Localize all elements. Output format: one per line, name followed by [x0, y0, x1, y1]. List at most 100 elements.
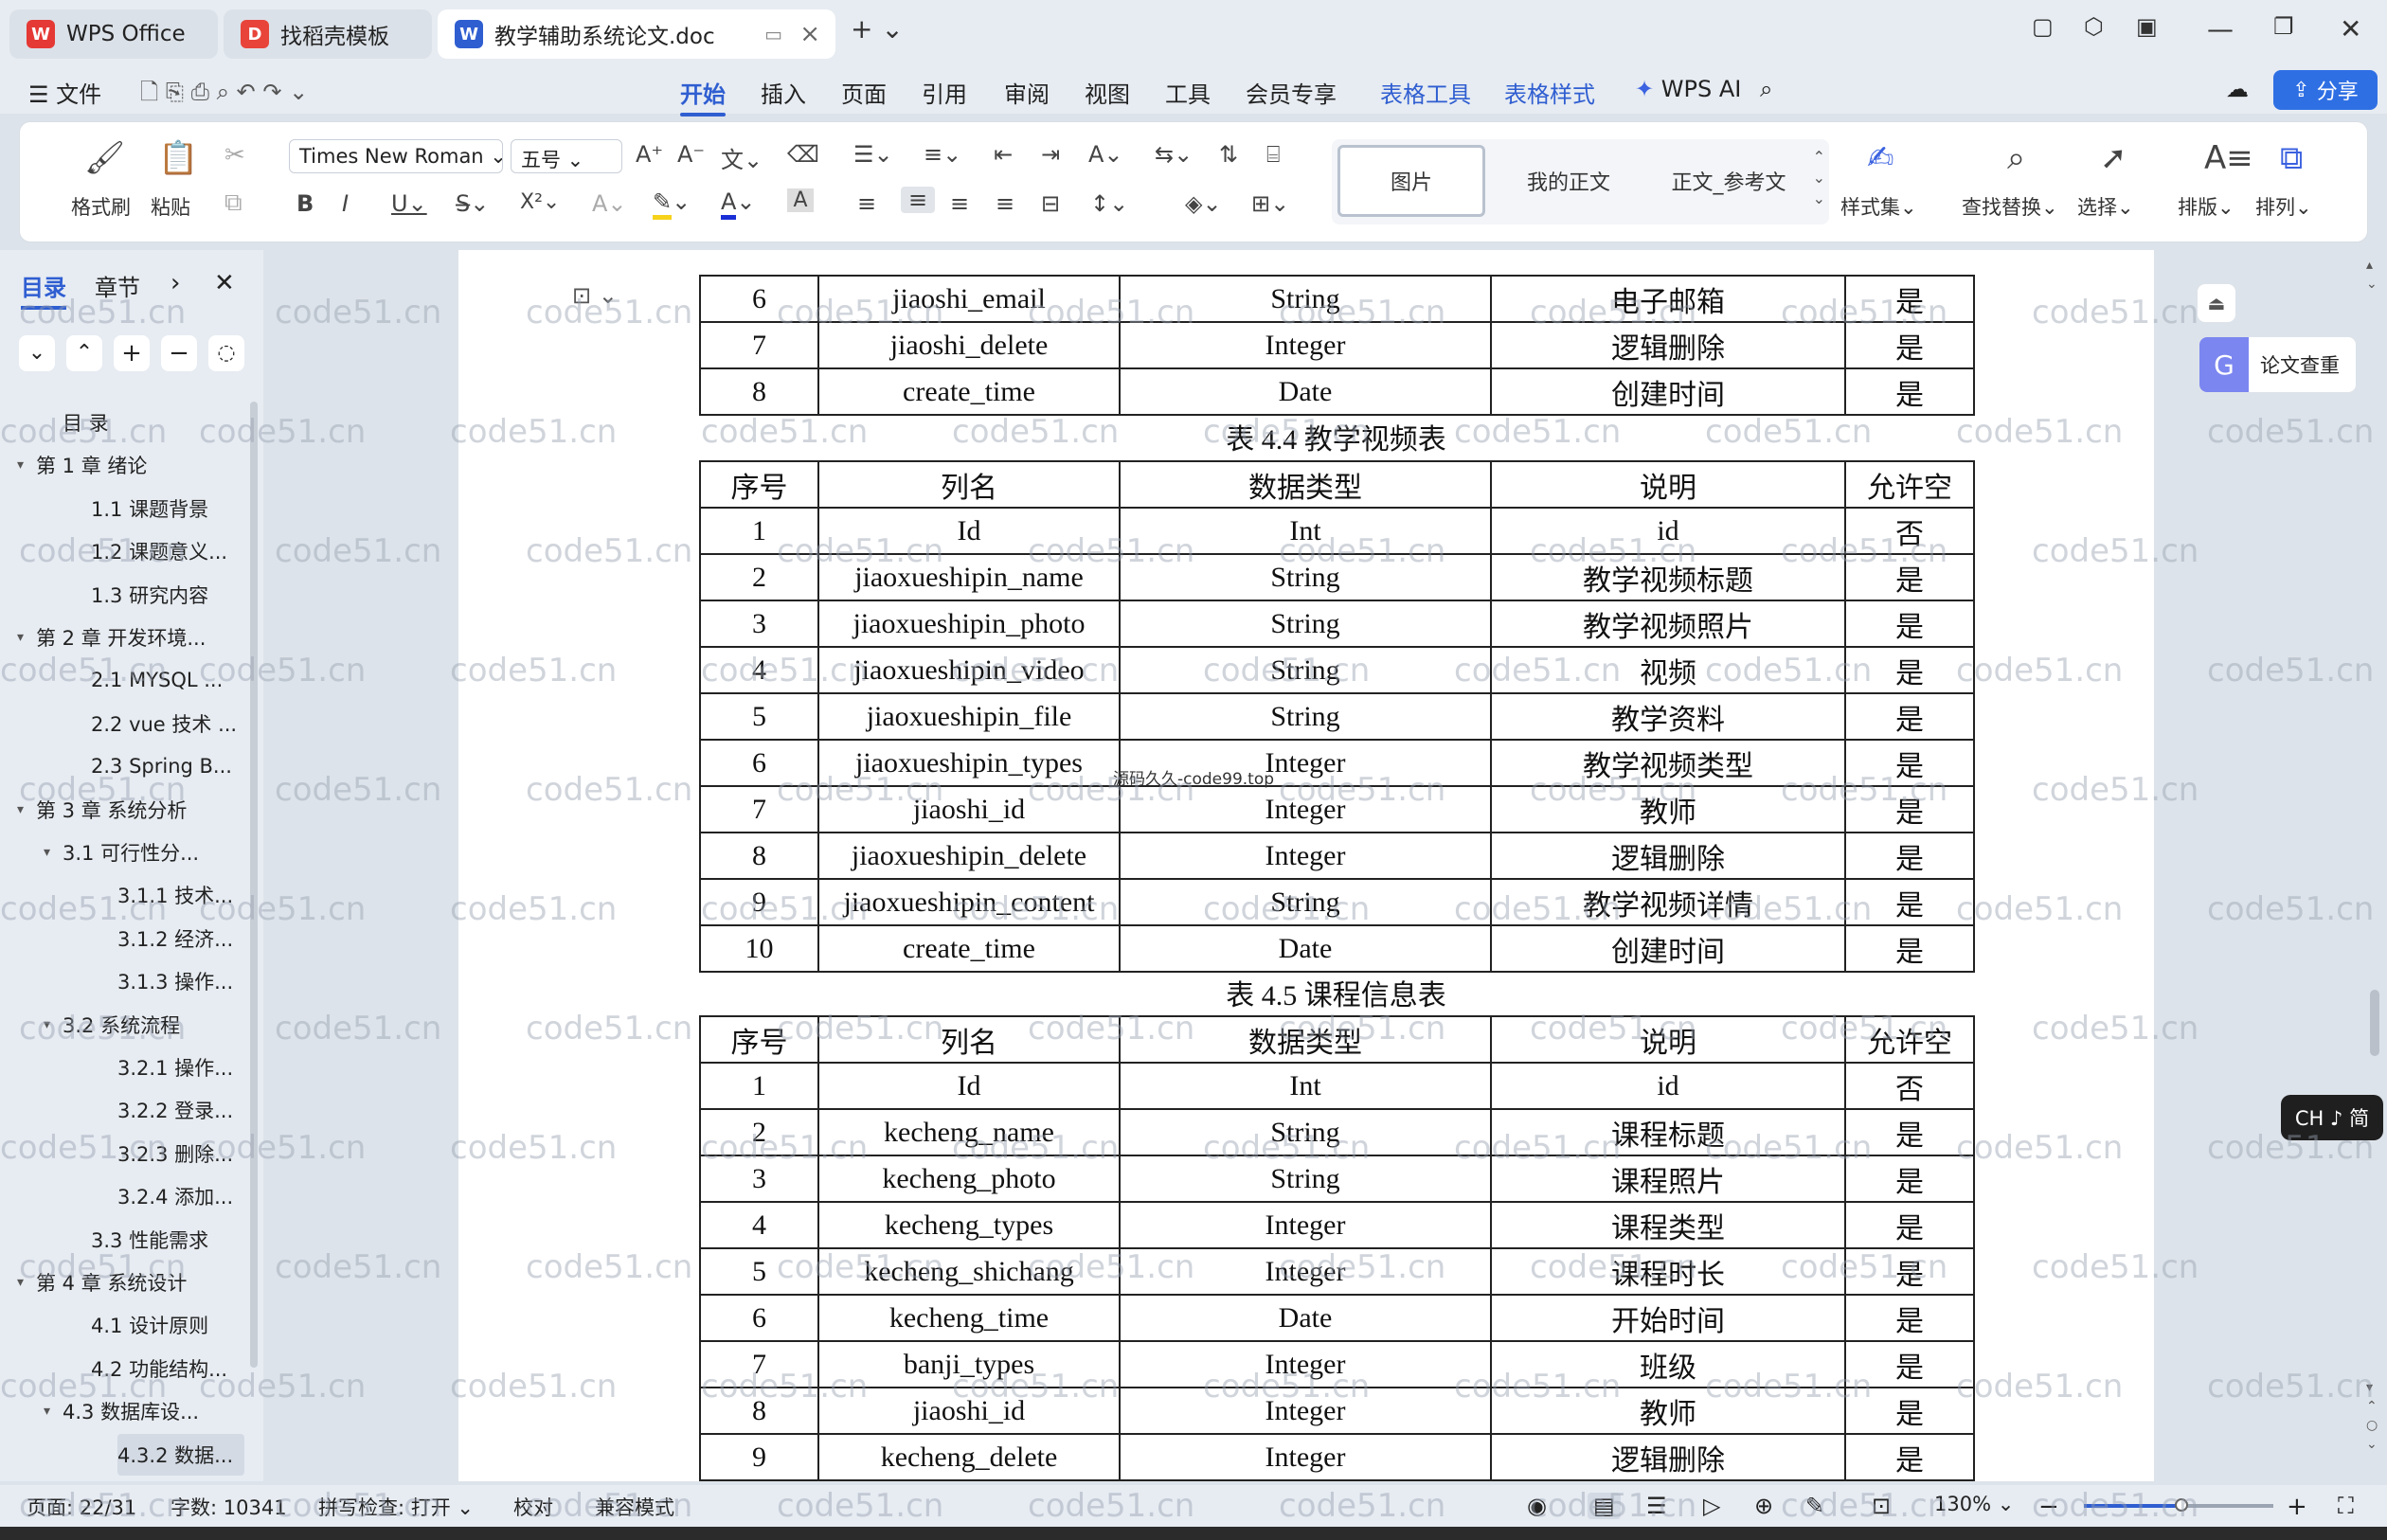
- table-cell[interactable]: 逻辑删除: [1490, 1433, 1846, 1481]
- table-cell[interactable]: 教师: [1490, 1387, 1846, 1435]
- table-cell[interactable]: Integer: [1119, 1201, 1492, 1249]
- table-cell[interactable]: Integer: [1119, 1340, 1492, 1388]
- header-cell[interactable]: 允许空: [1844, 460, 1975, 509]
- header-cell[interactable]: 列名: [817, 460, 1121, 509]
- table-cell[interactable]: 3: [699, 600, 819, 648]
- format-painter-label[interactable]: 格式刷: [71, 192, 131, 221]
- proofread[interactable]: 校对: [513, 1493, 553, 1521]
- zoom-select[interactable]: 130% ⌄: [1934, 1493, 2014, 1515]
- menu-tools[interactable]: 工具: [1165, 76, 1211, 109]
- table-cell[interactable]: 教学视频类型: [1490, 739, 1846, 787]
- table-cell[interactable]: Date: [1119, 924, 1492, 973]
- style-set-button[interactable]: 样式集⌄: [1840, 192, 1917, 221]
- maximize-icon[interactable]: ❐: [2273, 13, 2294, 40]
- copy-icon[interactable]: ⧉: [224, 188, 242, 218]
- close-window-icon[interactable]: ✕: [2340, 13, 2361, 45]
- header-cell[interactable]: 列名: [817, 1015, 1121, 1064]
- table-cell[interactable]: 7: [699, 321, 819, 369]
- tab-chapter[interactable]: 章节: [95, 269, 140, 302]
- expand-arrow-icon[interactable]: ▾: [17, 457, 36, 473]
- table-cell[interactable]: 5: [699, 692, 819, 741]
- table-cell[interactable]: 是: [1844, 1294, 1975, 1342]
- table-cell[interactable]: 是: [1844, 1155, 1975, 1203]
- table-cell[interactable]: 6: [699, 275, 819, 323]
- toc-item[interactable]: ▾ 第 4 章 系统设计: [17, 1262, 187, 1303]
- italic-icon[interactable]: I: [342, 190, 349, 217]
- table-cell[interactable]: 9: [699, 878, 819, 926]
- table-cell[interactable]: 8: [699, 367, 819, 416]
- table-cell[interactable]: 是: [1844, 924, 1975, 973]
- menu-view[interactable]: 视图: [1085, 76, 1130, 109]
- table-cell[interactable]: id: [1490, 507, 1846, 555]
- table-cell[interactable]: String: [1119, 646, 1492, 694]
- new-tab-icon[interactable]: + ⌄: [851, 13, 904, 45]
- format-painter-icon[interactable]: 🖌: [84, 139, 125, 177]
- table-cell[interactable]: 是: [1844, 785, 1975, 833]
- toc-item[interactable]: 3.2.2 登录...: [117, 1089, 233, 1131]
- line-spacing-icon[interactable]: ↕⌄: [1090, 190, 1128, 217]
- font-name-select[interactable]: Times New Roman ⌄: [289, 139, 503, 173]
- align-left-icon[interactable]: ≡: [857, 190, 876, 217]
- share-button[interactable]: ⇪ 分享: [2273, 70, 2378, 110]
- fit-page-icon[interactable]: ⊡: [1872, 1493, 1891, 1519]
- table-cell[interactable]: 创建时间: [1490, 924, 1846, 973]
- menu-start[interactable]: 开始: [680, 76, 726, 116]
- shrink-font-icon[interactable]: A⁻: [677, 141, 705, 168]
- table-cell[interactable]: Integer: [1119, 1387, 1492, 1435]
- align-center-icon[interactable]: ≡: [901, 187, 935, 213]
- select-button[interactable]: 选择⌄: [2077, 192, 2134, 221]
- table-cell[interactable]: jiaoxueshipin_delete: [817, 832, 1121, 880]
- table-cell[interactable]: 逻辑删除: [1490, 321, 1846, 369]
- table-cell[interactable]: Integer: [1119, 1433, 1492, 1481]
- table-cell[interactable]: 课程照片: [1490, 1155, 1846, 1203]
- tab-docer[interactable]: D 找稻壳模板: [224, 9, 432, 59]
- table-cell[interactable]: Id: [817, 1062, 1121, 1110]
- scroll-up-icon[interactable]: ▴ ⌄: [2366, 256, 2378, 294]
- numbered-list-icon[interactable]: ≡⌄: [924, 141, 961, 168]
- table-cell[interactable]: 教学视频照片: [1490, 600, 1846, 648]
- menu-table-style[interactable]: 表格样式: [1504, 76, 1595, 109]
- font-size-select[interactable]: 五号 ⌄: [511, 139, 622, 173]
- table-cell[interactable]: String: [1119, 692, 1492, 741]
- zoom-in-icon[interactable]: +: [2287, 1493, 2307, 1521]
- toc-item[interactable]: ▾ 第 1 章 绪论: [17, 444, 147, 486]
- table-cell[interactable]: 是: [1844, 275, 1975, 323]
- header-cell[interactable]: 数据类型: [1119, 1015, 1492, 1064]
- menu-page[interactable]: 页面: [841, 76, 887, 109]
- toc-item[interactable]: 目 录: [63, 402, 109, 443]
- bullet-list-icon[interactable]: ☰⌄: [853, 141, 893, 168]
- cloud-icon[interactable]: ☁: [2226, 76, 2249, 102]
- table-cell[interactable]: 教师: [1490, 785, 1846, 833]
- table-cell[interactable]: 是: [1844, 1387, 1975, 1435]
- table-cell[interactable]: 课程类型: [1490, 1201, 1846, 1249]
- shading-icon[interactable]: ◈⌄: [1185, 190, 1222, 217]
- table-cell[interactable]: kecheng_time: [817, 1294, 1121, 1342]
- header-cell[interactable]: 数据类型: [1119, 460, 1492, 509]
- table-cell[interactable]: 是: [1844, 1201, 1975, 1249]
- table-cell[interactable]: kecheng_delete: [817, 1433, 1121, 1481]
- menu-table-tools[interactable]: 表格工具: [1380, 76, 1471, 109]
- select-cursor-icon[interactable]: ➚: [2100, 139, 2127, 177]
- toc-item[interactable]: ▾ 3.2 系统流程: [44, 1004, 180, 1046]
- eye-icon[interactable]: ◉: [1527, 1493, 1547, 1519]
- table-cell[interactable]: 8: [699, 832, 819, 880]
- table-cell[interactable]: Integer: [1119, 832, 1492, 880]
- header-cell[interactable]: 说明: [1490, 460, 1846, 509]
- toc-item[interactable]: 4.1 设计原则: [91, 1304, 208, 1346]
- expand-arrow-icon[interactable]: ▾: [17, 1275, 36, 1290]
- table-cell[interactable]: 是: [1844, 600, 1975, 648]
- table-cell[interactable]: String: [1119, 878, 1492, 926]
- table-cell[interactable]: 7: [699, 785, 819, 833]
- style-picture[interactable]: 图片: [1337, 145, 1485, 217]
- justify-icon[interactable]: ≡: [996, 190, 1014, 217]
- table-cell[interactable]: id: [1490, 1062, 1846, 1110]
- table-cell[interactable]: 2: [699, 1108, 819, 1156]
- toc-item[interactable]: 3.3 性能需求: [91, 1219, 208, 1261]
- decrease-indent-icon[interactable]: ⇤: [994, 141, 1013, 168]
- table-cell[interactable]: jiaoxueshipin_photo: [817, 600, 1121, 648]
- phonetic-icon[interactable]: 文⌄: [721, 141, 763, 174]
- table-cell[interactable]: String: [1119, 600, 1492, 648]
- search-icon[interactable]: ⌕: [1760, 76, 1772, 102]
- table-cell[interactable]: 是: [1844, 1433, 1975, 1481]
- toc-item[interactable]: 1.2 课题意义...: [91, 530, 227, 572]
